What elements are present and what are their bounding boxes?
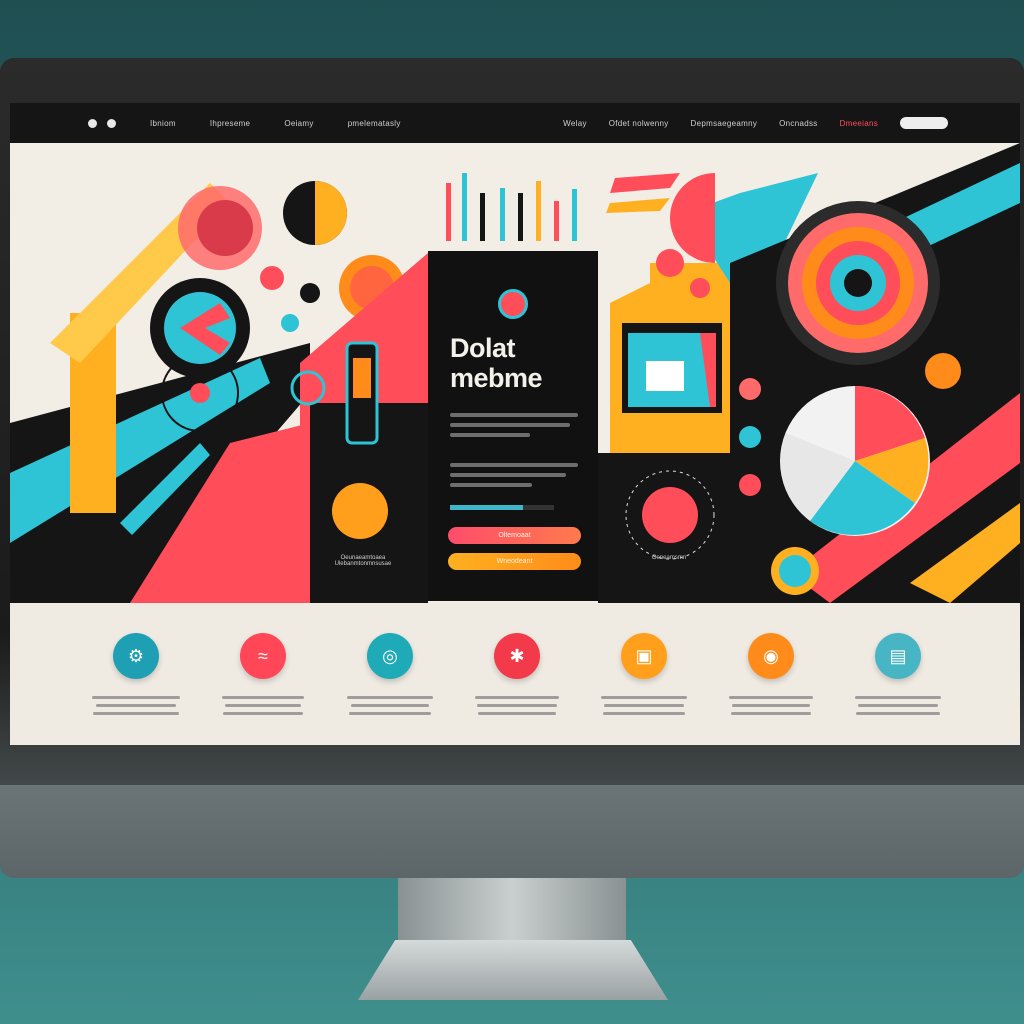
feature-text-line [93, 712, 179, 715]
text-line [450, 413, 578, 417]
feature-item[interactable]: ▣ [598, 633, 690, 745]
feature-item[interactable]: ✱ [471, 633, 563, 745]
feature-text-line [96, 704, 176, 707]
feature-text-line [477, 704, 557, 707]
feature-text-line [601, 696, 687, 699]
nav-link[interactable]: Ibniom [150, 119, 176, 128]
hero-banner: Dolat mebme Oltemoaat Wneodeant Oeunaeam… [10, 143, 1020, 603]
screen: Ibniom Ihpreseme Oeiamy pmelematasly Wel… [10, 103, 1020, 745]
monitor-chin [0, 785, 1024, 878]
monitor-stand [398, 878, 626, 948]
card-badge-icon [498, 289, 528, 319]
hero-title-line: Dolat [450, 333, 516, 363]
bug-icon[interactable]: ✱ [494, 633, 540, 679]
progress-fill [450, 505, 523, 510]
feature-text-line [858, 704, 938, 707]
text-line [450, 463, 578, 467]
text-line [450, 433, 530, 437]
feature-text-line [855, 696, 941, 699]
primary-button[interactable]: Oltemoaat [448, 527, 581, 544]
search-input[interactable] [900, 117, 948, 129]
secondary-button[interactable]: Wneodeant [448, 553, 581, 570]
feature-text-line [603, 712, 685, 715]
nav-link[interactable]: Welay [563, 119, 587, 128]
logo-dot-icon[interactable] [88, 118, 97, 128]
feature-text-line [349, 712, 431, 715]
feature-text-line [732, 704, 810, 707]
feature-item[interactable]: ▤ [852, 633, 944, 745]
progress-bar [450, 505, 554, 510]
nav-link[interactable]: Oncnadss [779, 119, 817, 128]
nav-link-active[interactable]: Dmeeians [840, 119, 878, 128]
left-caption: Oeunaeamtoaea Ulebanmtonmnsusae [334, 555, 392, 567]
right-caption: Oeneamsmn [651, 555, 687, 561]
feature-text-line [475, 696, 559, 699]
feature-item[interactable]: ⚙ [90, 633, 182, 745]
wave-icon[interactable]: ≈ [240, 633, 286, 679]
nav-right: Welay Ofdet nolwenny Depmsaegeamny Oncna… [563, 117, 1020, 129]
chart-icon[interactable]: ▤ [875, 633, 921, 679]
hero-card: Dolat mebme Oltemoaat Wneodeant [428, 251, 598, 601]
text-line [450, 423, 570, 427]
feature-text-line [731, 712, 811, 715]
user-icon[interactable]: ◎ [367, 633, 413, 679]
feature-text-line [478, 712, 556, 715]
feature-text-line [351, 704, 429, 707]
feature-item[interactable]: ◎ [344, 633, 436, 745]
nav-link[interactable]: pmelematasly [348, 119, 401, 128]
camera-icon[interactable]: ◉ [748, 633, 794, 679]
feature-text-line [347, 696, 433, 699]
feature-item[interactable]: ≈ [217, 633, 309, 745]
menu-dot-icon[interactable] [107, 118, 116, 128]
monitor-stand-base [358, 940, 668, 1000]
top-nav: Ibniom Ihpreseme Oeiamy pmelematasly Wel… [10, 103, 1020, 143]
feature-text-line [92, 696, 180, 699]
document-icon[interactable]: ▣ [621, 633, 667, 679]
nav-link[interactable]: Ofdet nolwenny [609, 119, 669, 128]
hero-title-line: mebme [450, 363, 543, 393]
nav-link[interactable]: Oeiamy [284, 119, 313, 128]
feature-text-line [856, 712, 940, 715]
text-line [450, 483, 532, 487]
feature-text-line [225, 704, 301, 707]
feature-item[interactable]: ◉ [725, 633, 817, 745]
feature-row: ⚙ ≈ ◎ ✱ ▣ ◉ ▤ [10, 603, 1020, 745]
text-line [450, 473, 566, 477]
nav-link[interactable]: Ihpreseme [210, 119, 251, 128]
feature-text-line [223, 712, 303, 715]
feature-text-line [222, 696, 304, 699]
feature-text-line [604, 704, 684, 707]
feature-text-line [729, 696, 813, 699]
gear-icon[interactable]: ⚙ [113, 633, 159, 679]
hero-title: Dolat mebme [450, 333, 543, 393]
nav-link[interactable]: Depmsaegeamny [691, 119, 758, 128]
